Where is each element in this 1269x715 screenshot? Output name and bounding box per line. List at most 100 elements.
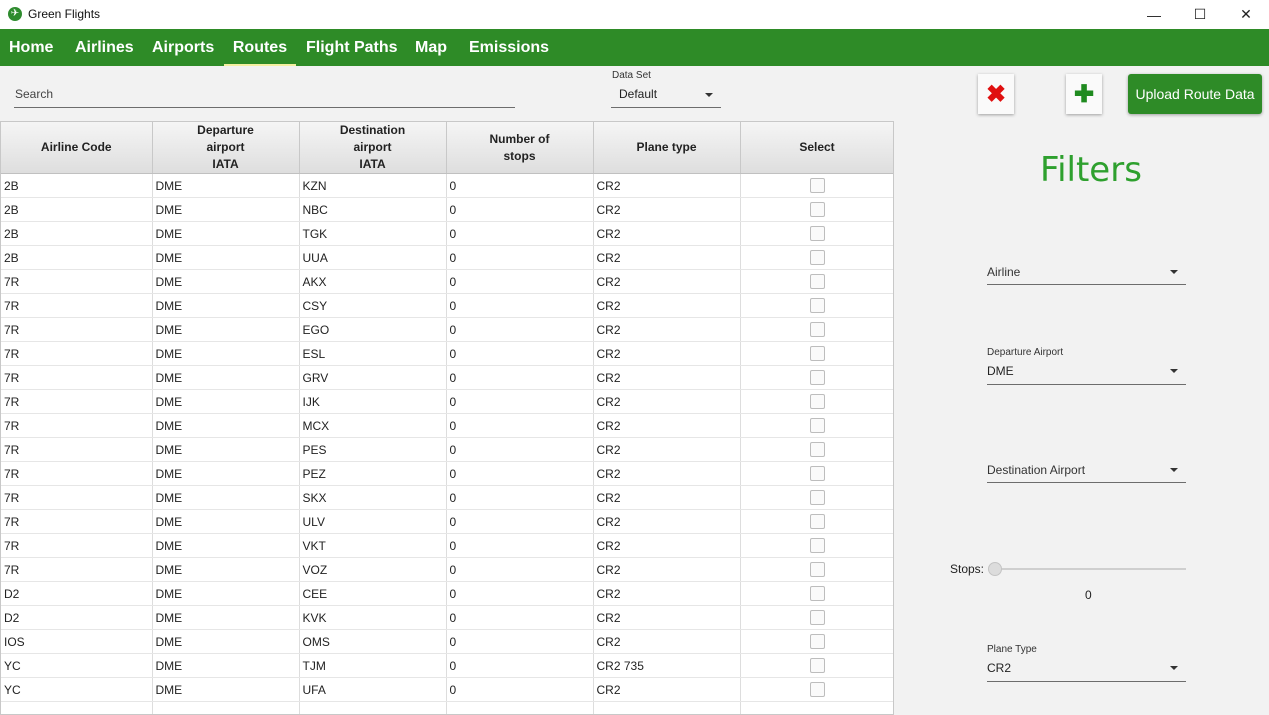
airline-code-cell: 7R xyxy=(1,437,153,462)
destination-cell: UUA xyxy=(299,245,447,270)
row-select-checkbox[interactable] xyxy=(809,610,825,626)
table-row[interactable]: 7R DME IJK 0 CR2 xyxy=(1,389,893,414)
row-select-checkbox[interactable] xyxy=(809,562,825,578)
plane-type-cell: CR2 xyxy=(593,173,741,198)
plane-type-cell: CR2 xyxy=(593,557,741,582)
row-select-checkbox[interactable] xyxy=(809,322,825,338)
table-row[interactable]: 7R DME AKX 0 CR2 xyxy=(1,269,893,294)
stops-cell: 0 xyxy=(446,485,594,510)
nav-emissions[interactable]: Emissions xyxy=(469,29,549,66)
table-row[interactable]: YC DME TJM 0 CR2 735 xyxy=(1,653,893,678)
row-select-checkbox[interactable] xyxy=(809,274,825,290)
column-header-stops[interactable]: Number of stops xyxy=(446,122,594,174)
plane-type-cell: CR2 xyxy=(593,413,741,438)
airline-code-cell: YC xyxy=(1,677,153,702)
row-select-checkbox[interactable] xyxy=(809,226,825,242)
row-select-checkbox[interactable] xyxy=(809,202,825,218)
nav-airports[interactable]: Airports xyxy=(152,29,214,66)
row-select-checkbox[interactable] xyxy=(809,178,825,194)
table-row[interactable]: D2 DME CEE 0 CR2 xyxy=(1,581,893,606)
table-row[interactable]: 7R DME PEZ 0 CR2 xyxy=(1,461,893,486)
airline-filter[interactable]: Airline xyxy=(987,259,1186,285)
select-cell xyxy=(740,413,893,438)
select-cell xyxy=(740,269,893,294)
row-select-checkbox[interactable] xyxy=(809,658,825,674)
row-select-checkbox[interactable] xyxy=(809,634,825,650)
dataset-select[interactable]: Default xyxy=(611,82,721,108)
table-row[interactable]: 7R DME MCX 0 CR2 xyxy=(1,413,893,438)
table-row[interactable]: 2B DME UUA 0 CR2 xyxy=(1,245,893,270)
destination-airport-filter[interactable]: Destination Airport xyxy=(987,457,1186,483)
row-select-checkbox[interactable] xyxy=(809,418,825,434)
row-select-checkbox[interactable] xyxy=(809,370,825,386)
table-row[interactable]: D2 DME KVK 0 CR2 xyxy=(1,605,893,630)
stops-cell: 0 xyxy=(446,293,594,318)
column-header-select[interactable]: Select xyxy=(740,122,893,174)
nav-home[interactable]: Home xyxy=(9,29,53,66)
table-row[interactable]: 7R DME ULV 0 CR2 xyxy=(1,509,893,534)
table-row[interactable]: 7R DME PES 0 CR2 xyxy=(1,437,893,462)
row-select-checkbox[interactable] xyxy=(809,346,825,362)
table-row[interactable]: 2B DME KZN 0 CR2 xyxy=(1,173,893,198)
table-row[interactable]: IOS DME OMS 0 CR2 xyxy=(1,629,893,654)
plane-type-cell: CR2 xyxy=(593,533,741,558)
stops-slider-thumb[interactable] xyxy=(988,562,1002,576)
airline-code-cell: 7R xyxy=(1,341,153,366)
table-row[interactable]: 7R DME SKX 0 CR2 xyxy=(1,485,893,510)
plane-type-filter[interactable]: CR2 xyxy=(987,656,1186,682)
departure-cell: DME xyxy=(152,581,300,606)
plane-type-cell: CR2 xyxy=(593,245,741,270)
row-select-checkbox[interactable] xyxy=(809,466,825,482)
column-header-destination[interactable]: Destination airport IATA xyxy=(299,122,447,174)
row-select-checkbox[interactable] xyxy=(809,538,825,554)
delete-button[interactable]: ✖ xyxy=(978,74,1014,114)
departure-filter-label: Departure Airport xyxy=(987,347,1064,358)
plane-type-cell: CR2 xyxy=(593,437,741,462)
column-header-plane-type[interactable]: Plane type xyxy=(593,122,741,174)
table-row[interactable]: 7R DME VOZ 0 CR2 xyxy=(1,557,893,582)
plane-type-cell: CR2 xyxy=(593,221,741,246)
stops-slider-track[interactable] xyxy=(990,568,1186,570)
plane-type-cell: CR2 xyxy=(593,485,741,510)
nav-routes[interactable]: Routes xyxy=(224,29,296,66)
table-row[interactable]: 7R DME ESL 0 CR2 xyxy=(1,341,893,366)
row-select-checkbox[interactable] xyxy=(809,442,825,458)
empty-cell xyxy=(152,701,300,714)
stops-cell: 0 xyxy=(446,245,594,270)
departure-airport-filter[interactable]: DME xyxy=(987,359,1186,385)
table-row[interactable]: 7R DME VKT 0 CR2 xyxy=(1,533,893,558)
chevron-down-icon xyxy=(705,93,713,97)
search-input[interactable] xyxy=(14,82,515,106)
nav-map[interactable]: Map xyxy=(415,29,447,66)
departure-cell: DME xyxy=(152,269,300,294)
row-select-checkbox[interactable] xyxy=(809,298,825,314)
column-header-departure[interactable]: Departure airport IATA xyxy=(152,122,300,174)
nav-airlines[interactable]: Airlines xyxy=(75,29,134,66)
table-row[interactable]: 2B DME NBC 0 CR2 xyxy=(1,197,893,222)
table-row[interactable]: 7R DME GRV 0 CR2 xyxy=(1,365,893,390)
row-select-checkbox[interactable] xyxy=(809,490,825,506)
destination-cell: MCX xyxy=(299,413,447,438)
table-row[interactable]: 2B DME TGK 0 CR2 xyxy=(1,221,893,246)
stops-cell: 0 xyxy=(446,437,594,462)
select-cell xyxy=(740,581,893,606)
title-bar: ✈ Green Flights — ☐ ✕ xyxy=(0,0,1269,29)
row-select-checkbox[interactable] xyxy=(809,250,825,266)
row-select-checkbox[interactable] xyxy=(809,514,825,530)
upload-route-data-button[interactable]: Upload Route Data xyxy=(1128,74,1262,114)
nav-flight-paths[interactable]: Flight Paths xyxy=(306,29,398,66)
maximize-button[interactable]: ☐ xyxy=(1177,0,1223,29)
row-select-checkbox[interactable] xyxy=(809,682,825,698)
column-header-airline-code[interactable]: Airline Code xyxy=(1,122,153,174)
table-row[interactable]: 7R DME EGO 0 CR2 xyxy=(1,317,893,342)
row-select-checkbox[interactable] xyxy=(809,394,825,410)
stops-cell: 0 xyxy=(446,341,594,366)
add-route-button[interactable]: ✚ xyxy=(1066,74,1102,114)
table-row[interactable]: 7R DME CSY 0 CR2 xyxy=(1,293,893,318)
row-select-checkbox[interactable] xyxy=(809,586,825,602)
minimize-button[interactable]: — xyxy=(1131,0,1177,29)
select-cell xyxy=(740,461,893,486)
destination-cell: ESL xyxy=(299,341,447,366)
table-row[interactable]: YC DME UFA 0 CR2 xyxy=(1,677,893,702)
close-window-button[interactable]: ✕ xyxy=(1223,0,1269,29)
